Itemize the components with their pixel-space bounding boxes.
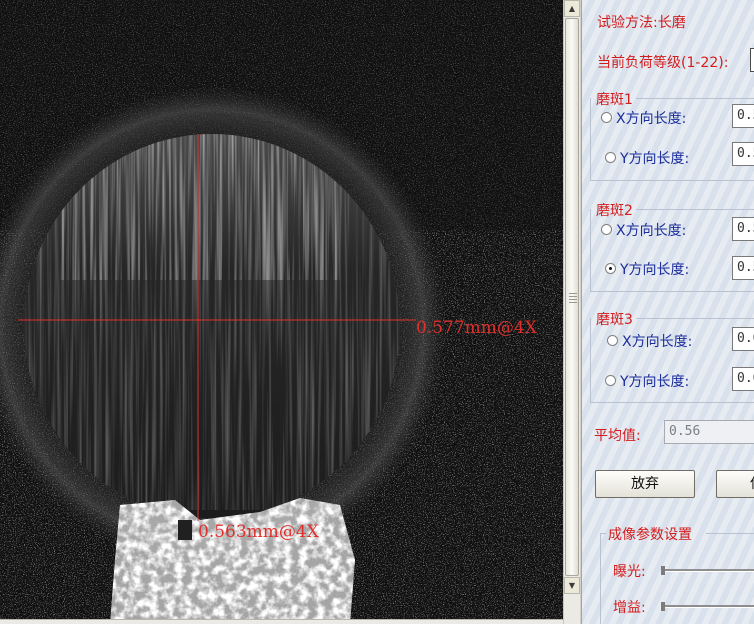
scar1-y-label: Y方向长度:	[620, 151, 690, 167]
scar1-x-radio[interactable]	[601, 112, 612, 123]
scar2-y-label: Y方向长度:	[620, 262, 690, 278]
scar2-y-field[interactable]: 0.5	[732, 256, 754, 280]
scar3-x-label: X方向长度:	[622, 334, 693, 350]
load-level-input[interactable]	[750, 48, 754, 72]
grip-line	[569, 293, 577, 294]
gain-label: 增益:	[613, 600, 646, 616]
exposure-label: 曝光:	[613, 564, 646, 580]
control-panel: 试验方法:长磨 当前负荷等级(1-22): 磨斑1 X方向长度: 0.5 Y方向…	[581, 0, 754, 624]
grip-line	[569, 296, 577, 297]
scar2-group-title: 磨斑2	[596, 203, 633, 219]
scar2-x-label: X方向长度:	[616, 223, 687, 239]
scar2-y-radio[interactable]	[605, 263, 616, 274]
group-border	[590, 291, 754, 292]
group-border	[636, 98, 754, 99]
exposure-slider-knob[interactable]	[661, 566, 665, 575]
scroll-up-arrow-icon[interactable]: ▲	[564, 0, 580, 17]
scar3-group-title: 磨斑3	[596, 312, 633, 328]
gain-slider[interactable]	[662, 605, 754, 608]
scar2-x-radio[interactable]	[601, 224, 612, 235]
average-field: 0.56	[664, 420, 754, 444]
gain-slider-knob[interactable]	[661, 602, 665, 611]
scar1-y-radio[interactable]	[605, 152, 616, 163]
group-border	[590, 209, 591, 291]
scar3-x-radio[interactable]	[607, 335, 618, 346]
group-border	[636, 318, 754, 319]
test-method-label: 试验方法:长磨	[597, 15, 686, 31]
microscope-image-viewer[interactable]: 0.577mm@4X 0.563mm@4X	[0, 0, 563, 624]
group-border	[600, 533, 606, 534]
group-border	[590, 98, 591, 180]
y-measure-label: 0.563mm@4X	[198, 522, 319, 542]
grip-line	[569, 299, 577, 300]
scroll-down-arrow-icon[interactable]: ▼	[564, 577, 580, 594]
vertical-scrollbar[interactable]: ▲ ▼	[563, 0, 580, 624]
horizontal-scrollbar[interactable]	[0, 619, 563, 624]
exposure-slider[interactable]	[662, 569, 754, 572]
abandon-button[interactable]: 放弃	[595, 470, 695, 498]
group-border	[706, 533, 754, 534]
scrollbar-thumb[interactable]	[565, 18, 579, 576]
scar3-y-field[interactable]: 0.6	[732, 367, 754, 391]
group-border	[600, 533, 601, 624]
imaging-params-title: 成像参数设置	[608, 527, 692, 543]
scar1-y-field[interactable]: 0.5	[732, 142, 754, 166]
scar1-x-label: X方向长度:	[616, 111, 687, 127]
x-measure-label: 0.577mm@4X	[416, 318, 537, 338]
scar1-group-title: 磨斑1	[596, 92, 633, 108]
scar3-y-radio[interactable]	[605, 375, 616, 386]
load-level-label: 当前负荷等级(1-22):	[597, 55, 729, 71]
scar2-x-field[interactable]: 0.5	[732, 217, 754, 241]
group-border	[590, 402, 754, 403]
scar3-y-label: Y方向长度:	[620, 374, 690, 390]
save-button[interactable]: 保	[716, 470, 754, 498]
average-label: 平均值:	[594, 428, 641, 444]
group-border	[590, 318, 591, 402]
group-border	[590, 180, 754, 181]
grip-line	[569, 302, 577, 303]
group-border	[636, 209, 754, 210]
scar3-x-field[interactable]: 0.6	[732, 327, 754, 351]
scar1-x-field[interactable]: 0.5	[732, 104, 754, 128]
